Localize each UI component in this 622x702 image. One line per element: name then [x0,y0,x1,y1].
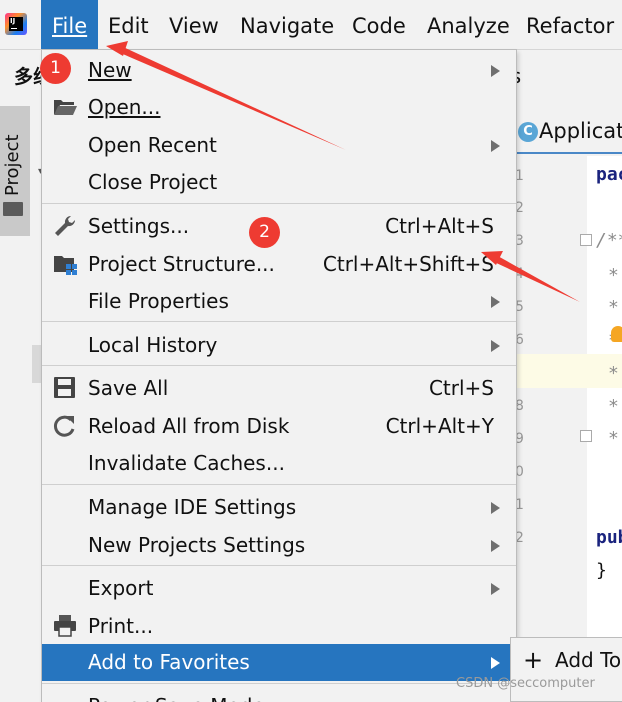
reload-icon [53,415,75,437]
menu-view[interactable]: View [158,0,230,50]
menu-item-label: Reload All from Disk [88,414,290,438]
folder-icon [3,202,23,216]
submenu-arrow-icon [491,657,500,669]
editor-tab-label: Applicat [539,119,622,143]
class-icon: C [518,122,538,142]
fold-marker-icon[interactable] [580,430,592,442]
menu-item-label: Local History [88,333,218,357]
project-structure-icon [54,256,77,275]
submenu-arrow-icon [491,140,500,152]
menu-item-label: Save All [88,376,169,400]
annotation-badge-2: 2 [249,217,280,248]
menu-item-label: Add to Favorites [88,650,250,674]
code-line: * [608,396,619,417]
submenu-arrow-icon [491,65,500,77]
editor-tab[interactable]: C Applicat [515,110,622,154]
wrench-icon [55,215,76,236]
submenu-arrow-icon [491,540,500,552]
code-line: * [608,297,619,318]
menu-refactor[interactable]: Refactor [515,0,622,50]
watermark: CSDN @seccomputer [456,676,595,691]
menu-item-label: Invalidate Caches... [88,451,285,475]
menu-separator [42,484,516,485]
menu-bar: IJ File Edit View Navigate Code Analyze … [0,0,622,50]
folder-open-icon [54,100,77,115]
menu-separator [42,365,516,366]
submenu-arrow-icon [491,296,500,308]
menu-item-label: New Projects Settings [88,533,306,557]
code-line: * [608,363,619,384]
menu-code[interactable]: Code [341,0,417,50]
code-line: pac [596,164,622,185]
menu-item-open[interactable]: Open... [42,89,516,126]
menu-item-project-structure[interactable]: Project Structure... Ctrl+Alt+Shift+S [42,246,516,283]
menu-item-power-save-mode[interactable]: Power Save Mode [42,688,516,702]
menu-item-new[interactable]: New [42,52,516,89]
menu-item-close-project[interactable]: Close Project [42,164,516,201]
menu-item-label: New [88,58,132,82]
menu-item-shortcut: Ctrl+S [428,376,494,400]
menu-item-label: Project Structure... [88,252,275,276]
submenu-item-add-to[interactable]: Add To [555,648,621,672]
printer-icon [54,615,76,637]
code-line: * [608,265,619,286]
project-tab-label: Project [2,134,23,196]
menu-item-label: Print... [88,614,154,638]
menu-separator [42,683,516,684]
menu-item-export[interactable]: Export [42,570,516,607]
editor-gutter: 1 2 3 4 5 6 7 8 9 0 1 2 [515,156,587,638]
code-line: * [608,428,619,449]
menu-item-open-recent[interactable]: Open Recent [42,127,516,164]
menu-item-label: Manage IDE Settings [88,495,297,519]
menu-item-reload-all[interactable]: Reload All from Disk Ctrl+Alt+Y [42,408,516,445]
submenu-arrow-icon [491,340,500,352]
project-tool-tab[interactable]: Project [0,106,30,236]
plus-icon: + [523,646,544,674]
favorites-submenu: + Add To [510,637,622,702]
menu-item-shortcut: Ctrl+Alt+Shift+S [322,252,494,276]
code-line: pub [596,527,622,548]
intellij-logo-icon: IJ [5,13,27,35]
menu-edit[interactable]: Edit [97,0,160,50]
menu-item-invalidate-caches[interactable]: Invalidate Caches... [42,445,516,482]
logo-text: IJ [9,17,23,31]
save-icon [54,377,75,398]
menu-item-local-history[interactable]: Local History [42,327,516,364]
menu-analyze[interactable]: Analyze [416,0,521,50]
menu-navigate[interactable]: Navigate [229,0,345,50]
lightbulb-icon[interactable] [611,326,622,342]
menu-separator [42,321,516,322]
menu-item-file-properties[interactable]: File Properties [42,283,516,320]
menu-item-print[interactable]: Print... [42,608,516,645]
menu-item-label: Power Save Mode [88,694,265,702]
menu-item-label: Open Recent [88,133,217,157]
menu-item-shortcut: Ctrl+Alt+Y [385,414,494,438]
menu-separator [42,565,516,566]
menu-file[interactable]: File [41,0,99,50]
menu-separator [42,203,516,204]
menu-item-label: Export [88,576,154,600]
menu-item-label: Close Project [88,170,218,194]
current-line-highlight [515,354,622,388]
code-line: } [596,560,607,581]
menu-item-label: Settings... [88,214,190,238]
annotation-badge-1: 1 [40,53,71,84]
submenu-arrow-icon [491,502,500,514]
menu-item-save-all[interactable]: Save All Ctrl+S [42,370,516,407]
menu-item-label: Open... [88,95,161,119]
file-menu-dropdown: New Open... Open Recent Close Project Se… [41,49,517,702]
submenu-arrow-icon [491,583,500,595]
menu-item-new-projects-settings[interactable]: New Projects Settings [42,527,516,564]
fold-marker-icon[interactable] [580,234,592,246]
code-line: /** [596,230,622,251]
menu-item-label: File Properties [88,289,229,313]
menu-item-add-to-favorites[interactable]: Add to Favorites [42,644,516,681]
menu-item-shortcut: Ctrl+Alt+S [385,214,494,238]
menu-item-manage-ide-settings[interactable]: Manage IDE Settings [42,489,516,526]
